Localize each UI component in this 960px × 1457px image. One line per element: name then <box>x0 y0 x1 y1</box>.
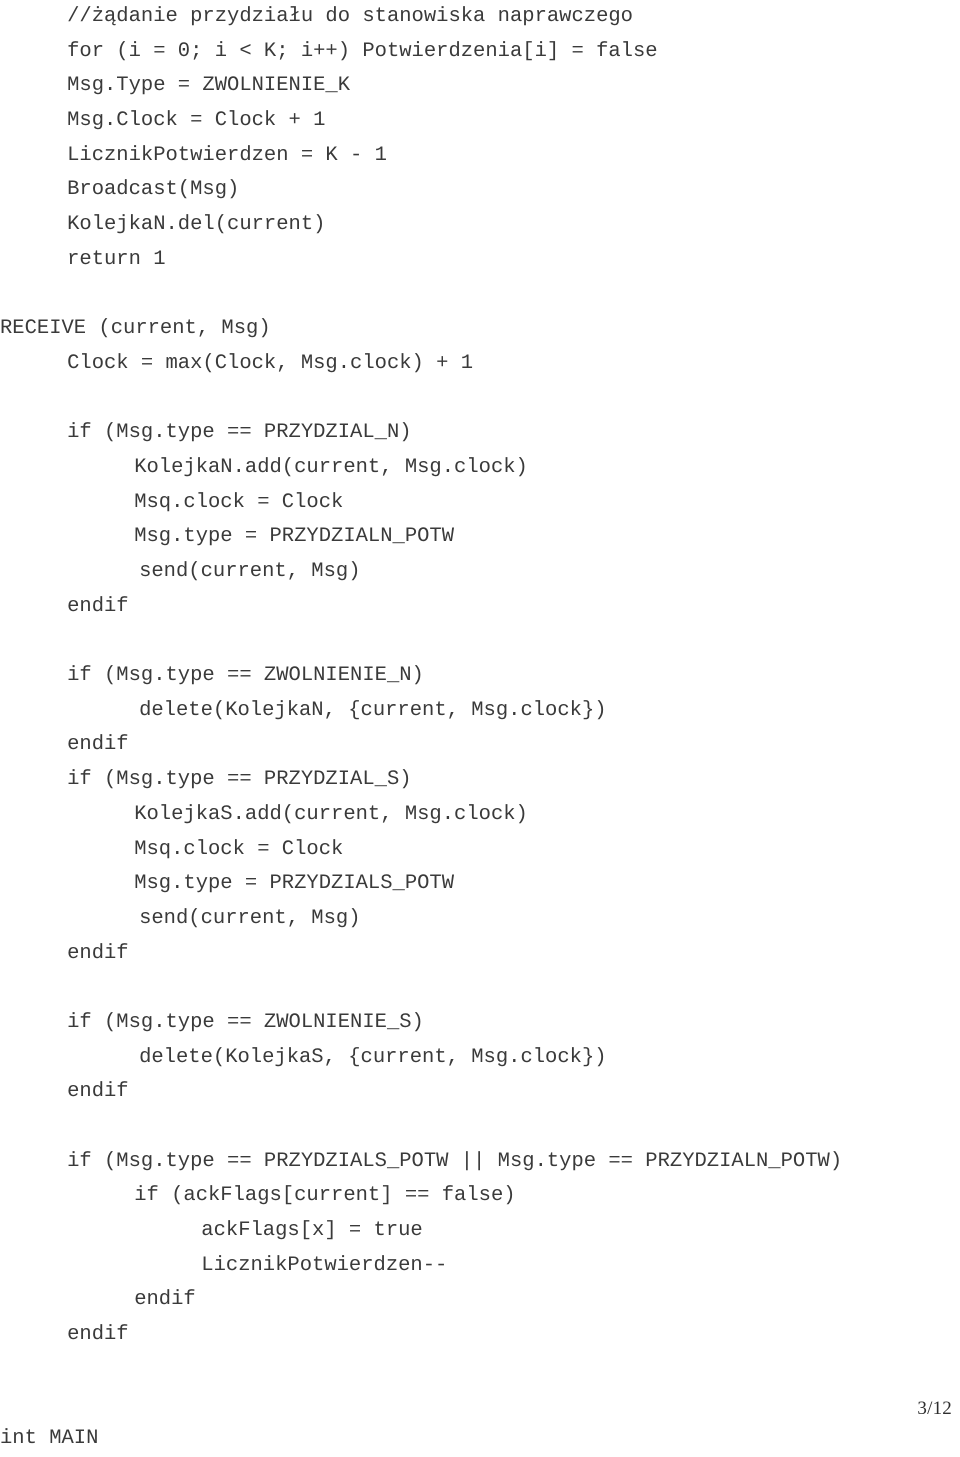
code-line: Msg.type = PRZYDZIALS_POTW <box>134 872 455 896</box>
code-line: Msg.Type = ZWOLNIENIE_K <box>67 74 351 98</box>
code-line: //żądanie przydziału do stanowiska napra… <box>67 5 633 28</box>
code-line: endif <box>67 941 129 965</box>
code-line: delete(KolejkaN, {current, Msg.clock}) <box>139 698 607 722</box>
document-page: //żądanie przydziału do stanowiska napra… <box>0 0 960 1450</box>
code-line: LicznikPotwierdzen = K - 1 <box>67 143 387 167</box>
code-line: if (ackFlags[current] == false) <box>134 1184 516 1208</box>
code-line: if (Msg.type == PRZYDZIAL_N) <box>67 421 412 445</box>
code-line: endif <box>67 594 129 618</box>
code-line: endif <box>67 733 129 757</box>
pseudocode-listing: //żądanie przydziału do stanowiska napra… <box>0 0 960 1457</box>
code-line: Msg.type = PRZYDZIALN_POTW <box>134 525 455 549</box>
code-line: for (i = 0; i < K; i++) Potwierdzenia[i]… <box>67 39 658 63</box>
code-line: Msq.clock = Clock <box>134 837 344 861</box>
code-line: send(current, Msg) <box>139 906 361 930</box>
page-number: 3/12 <box>917 1398 952 1419</box>
code-line: if (Msg.type == ZWOLNIENIE_S) <box>67 1010 424 1034</box>
code-line: endif <box>67 1323 129 1347</box>
code-line: if (Msg.type == ZWOLNIENIE_N) <box>67 664 424 688</box>
code-line: Broadcast(Msg) <box>67 178 240 202</box>
code-line: KolejkaN.add(current, Msg.clock) <box>134 455 528 479</box>
code-line: endif <box>67 1080 129 1104</box>
code-line: int MAIN <box>0 1427 99 1451</box>
code-line: Msg.Clock = Clock + 1 <box>67 109 326 133</box>
code-line: KolejkaS.add(current, Msg.clock) <box>134 802 528 826</box>
code-line: ackFlags[x] = true <box>201 1219 423 1243</box>
code-line: RECEIVE (current, Msg) <box>0 317 271 341</box>
code-line: send(current, Msg) <box>139 560 361 583</box>
code-line: Msq.clock = Clock <box>134 490 344 514</box>
code-line: delete(KolejkaS, {current, Msg.clock}) <box>139 1045 607 1069</box>
code-line: if (Msg.type == PRZYDZIALS_POTW || Msg.t… <box>67 1149 843 1173</box>
code-line: Clock = max(Clock, Msg.clock) + 1 <box>67 351 474 375</box>
code-line: KolejkaN.del(current) <box>67 213 326 237</box>
code-line: endif <box>134 1288 196 1312</box>
code-line: LicznikPotwierdzen-- <box>201 1253 448 1277</box>
code-line: return 1 <box>67 247 166 271</box>
code-line: if (Msg.type == PRZYDZIAL_S) <box>67 768 412 792</box>
